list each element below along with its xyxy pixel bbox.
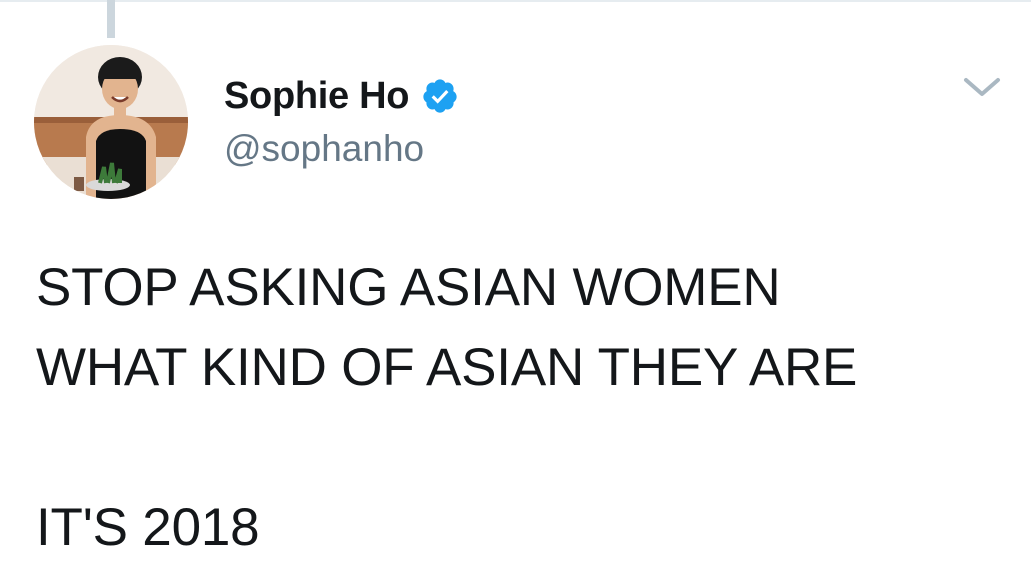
chevron-down-icon <box>964 78 1000 96</box>
verified-badge-icon <box>421 77 459 115</box>
thread-connector-line <box>107 0 115 38</box>
author-name-row: Sophie Ho <box>224 70 459 122</box>
tweet-text-line: STOP ASKING ASIAN WOMEN <box>36 258 781 317</box>
tweet-text: STOP ASKING ASIAN WOMEN WHAT KIND OF ASI… <box>36 248 1016 568</box>
author-display-name[interactable]: Sophie Ho <box>224 75 409 118</box>
tweet-text-line: WHAT KIND OF ASIAN THEY ARE <box>36 338 858 397</box>
top-divider <box>0 0 1031 2</box>
tweet-text-line: IT'S 2018 <box>36 498 260 557</box>
tweet-header: Sophie Ho @sophanho <box>224 70 459 170</box>
profile-photo-icon <box>34 45 188 199</box>
tweet-menu-button[interactable] <box>962 76 1002 100</box>
author-handle[interactable]: @sophanho <box>224 128 459 170</box>
avatar[interactable] <box>34 45 188 199</box>
